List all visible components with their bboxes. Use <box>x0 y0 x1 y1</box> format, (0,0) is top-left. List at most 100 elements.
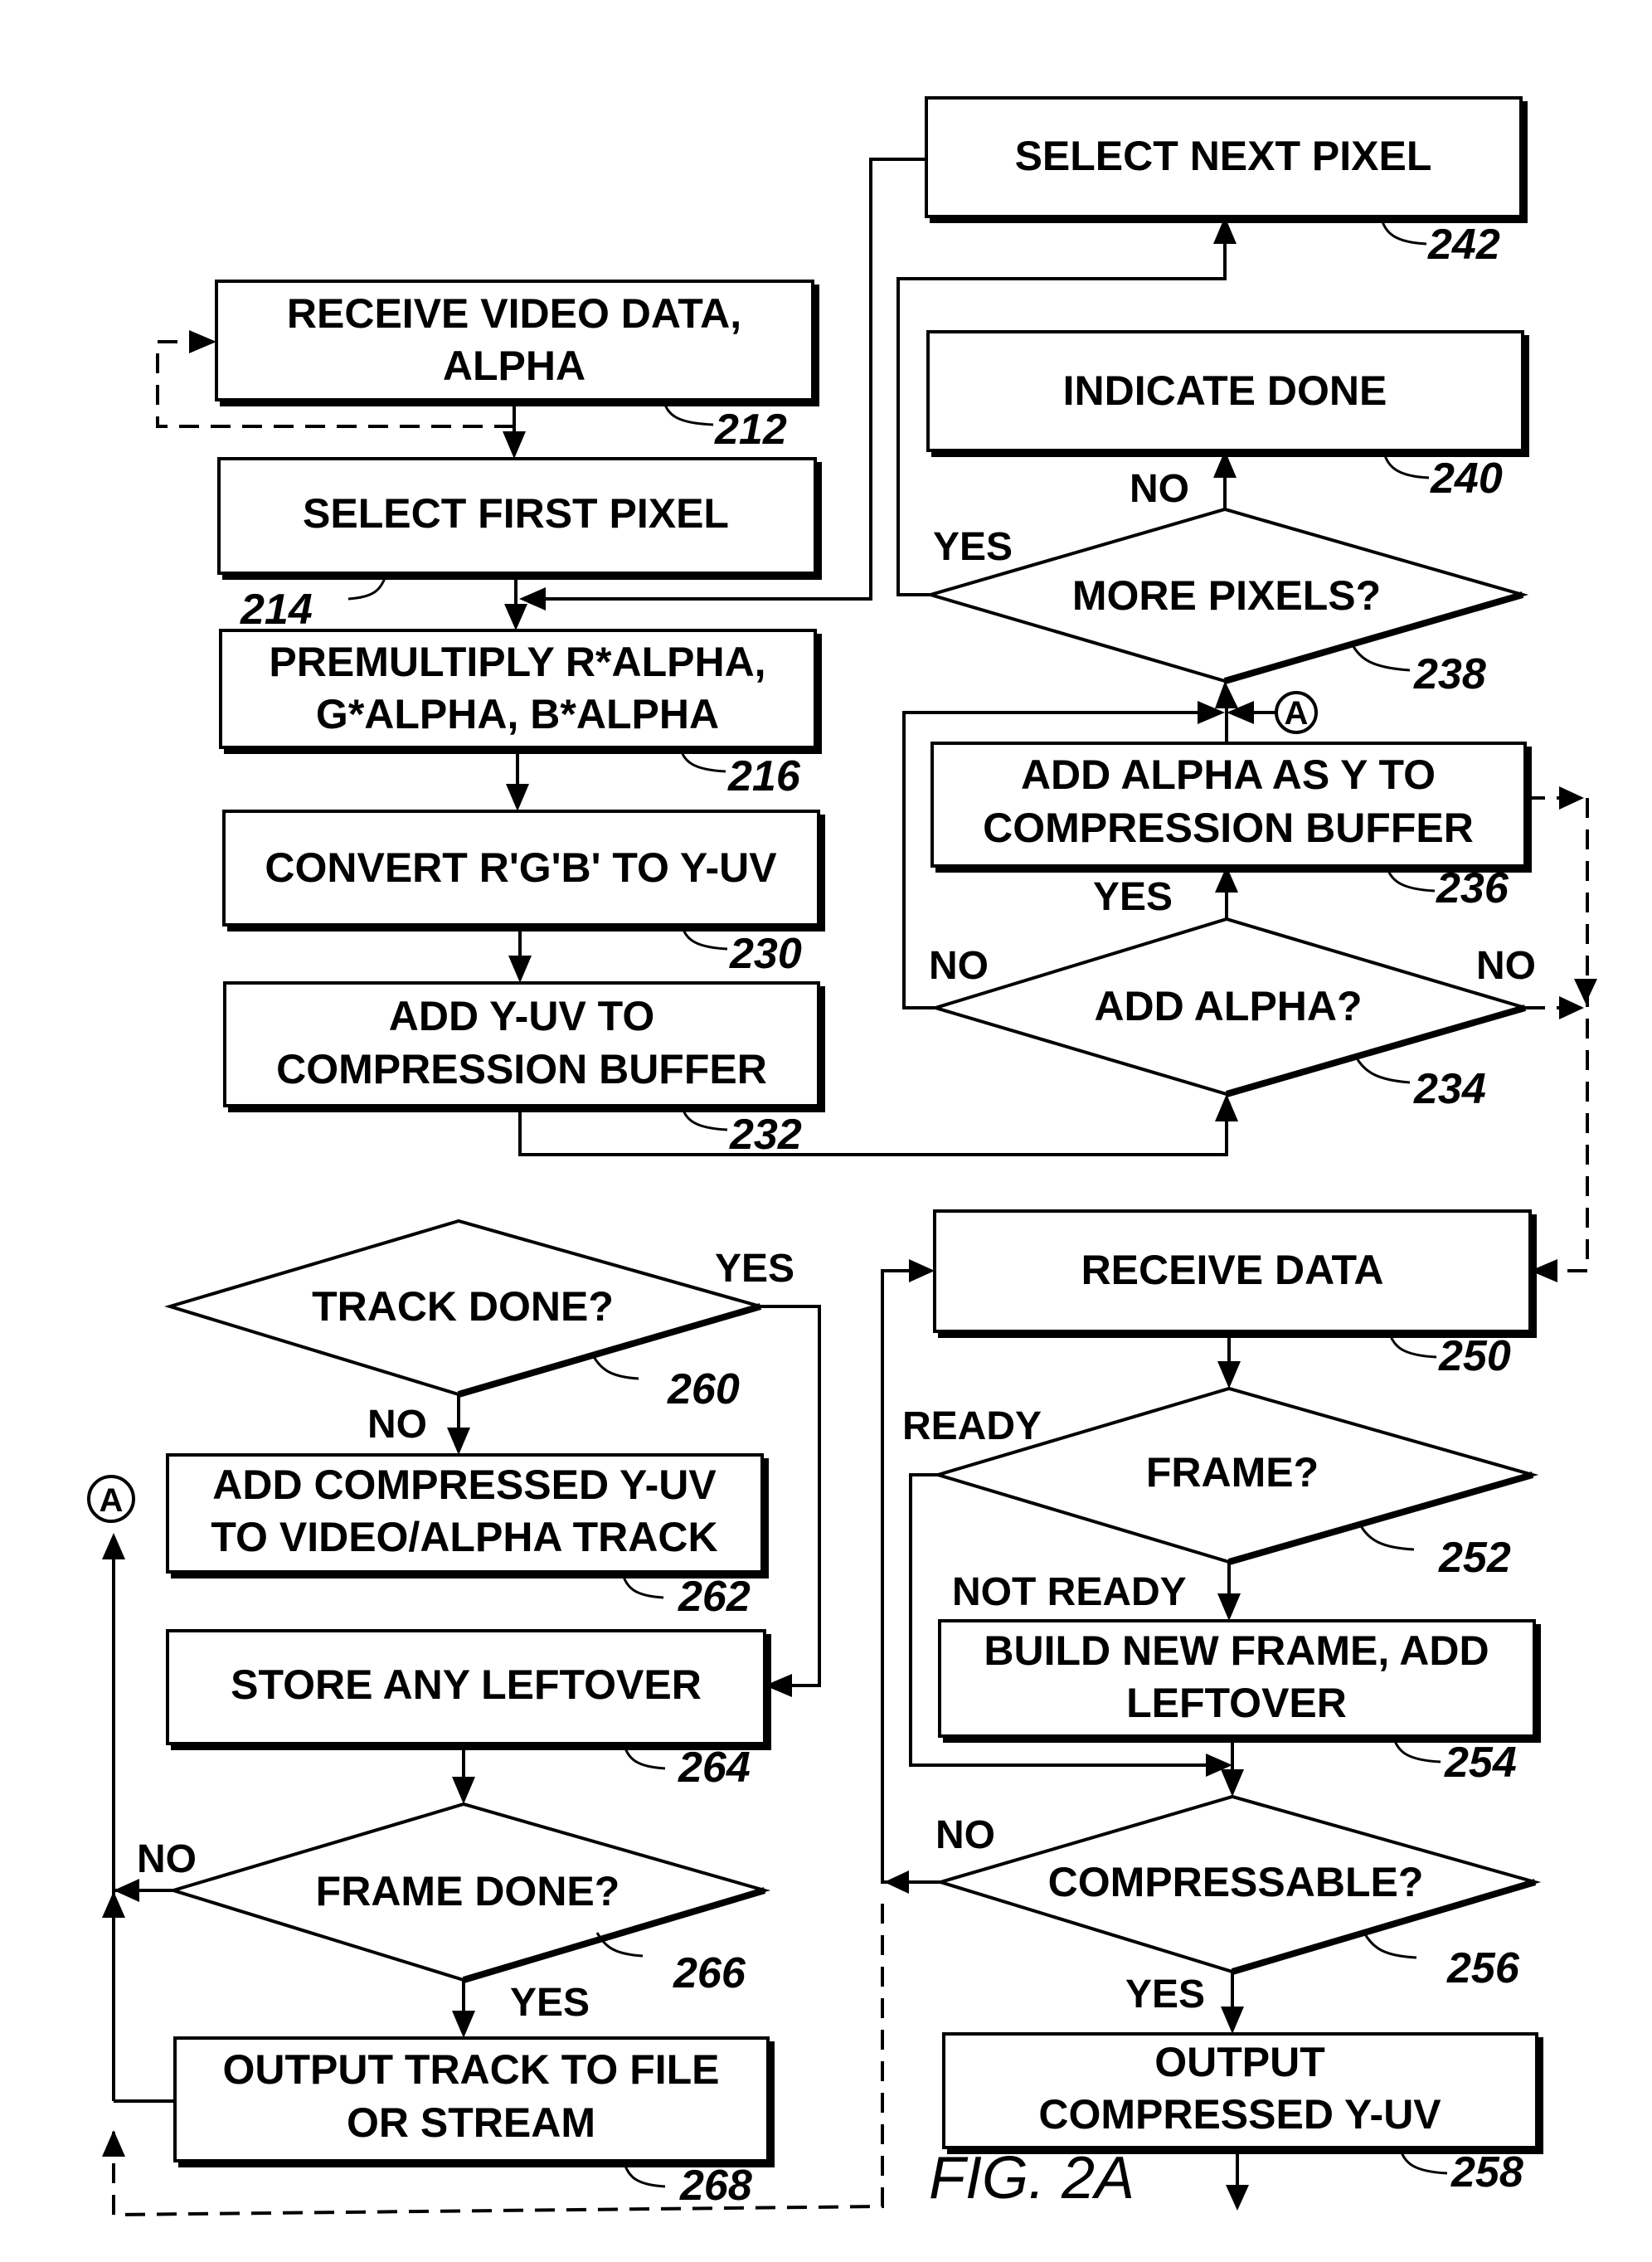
ref-212: 212 <box>714 406 787 454</box>
ref-254: 254 <box>1444 1739 1517 1787</box>
figure-label: FIG. 2A <box>929 2145 1135 2211</box>
arrowhead-icon <box>884 1870 909 1894</box>
node-236: ADD ALPHA AS Y TO COMPRESSION BUFFER <box>930 742 1532 873</box>
ref-258: 258 <box>1450 2148 1523 2196</box>
ref-266: 266 <box>673 1949 746 1997</box>
connector-a-left: A <box>87 1475 135 1523</box>
arrowhead-icon <box>506 784 529 811</box>
node-label: INDICATE DONE <box>1063 367 1387 414</box>
node-label: SELECT FIRST PIXEL <box>303 490 729 537</box>
ref-260: 260 <box>667 1365 740 1413</box>
connector-label: A <box>1285 695 1309 732</box>
node-232: ADD Y-UV TO COMPRESSION BUFFER <box>223 981 825 1112</box>
node-label: OUTPUT <box>1154 2039 1325 2085</box>
node-268: OUTPUT TRACK TO FILE OR STREAM <box>173 2036 775 2167</box>
arrowhead-icon <box>909 1259 935 1282</box>
node-label: FRAME DONE? <box>316 1868 620 1914</box>
arrowhead-icon <box>1221 2007 1244 2034</box>
arrowhead-icon <box>508 956 532 983</box>
node-label: ALPHA <box>443 343 585 389</box>
node-label: TO VIDEO/ALPHA TRACK <box>211 1514 717 1560</box>
edge-232-234 <box>518 1106 1228 1156</box>
edge-label-260-no: NO <box>367 1403 427 1447</box>
arrowhead-icon <box>1217 1361 1241 1389</box>
node-label: CONVERT R'G'B' TO Y-UV <box>265 844 777 891</box>
node-label: PREMULTIPLY R*ALPHA, <box>269 639 765 685</box>
node-label: COMPRESSABLE? <box>1048 1859 1424 1905</box>
arrowhead-icon <box>114 1879 139 1902</box>
ref-230: 230 <box>729 930 802 978</box>
edge-dashed-to-250 <box>1555 798 1589 1272</box>
node-258: OUTPUT COMPRESSED Y-UV <box>942 2032 1543 2154</box>
ref-264: 264 <box>678 1744 751 1792</box>
edge-label-252-not-ready: NOT READY <box>952 1570 1187 1614</box>
node-254: BUILD NEW FRAME, ADD LEFTOVER <box>938 1619 1541 1743</box>
ref-234: 234 <box>1413 1065 1486 1113</box>
node-214: SELECT FIRST PIXEL <box>217 457 822 580</box>
arrowhead-icon <box>452 1777 475 1804</box>
node-label: ADD COMPRESSED Y-UV <box>212 1462 717 1508</box>
leader-line <box>591 1355 639 1380</box>
node-242: SELECT NEXT PIXEL <box>925 96 1528 223</box>
node-label: ADD ALPHA? <box>1094 983 1362 1029</box>
edge-label-266-no: NO <box>137 1837 197 1881</box>
node-250: RECEIVE DATA <box>933 1209 1537 1338</box>
arrowhead-icon <box>1559 786 1584 810</box>
node-262: ADD COMPRESSED Y-UV TO VIDEO/ALPHA TRACK <box>166 1453 769 1579</box>
node-216: PREMULTIPLY R*ALPHA, G*ALPHA, B*ALPHA <box>219 629 822 754</box>
leader-line <box>1358 1524 1415 1551</box>
ref-232: 232 <box>729 1111 802 1159</box>
node-label: STORE ANY LEFTOVER <box>231 1661 702 1708</box>
node-label: OUTPUT TRACK TO FILE <box>222 2046 719 2093</box>
arrowhead-icon <box>1215 1094 1238 1121</box>
node-label: ADD Y-UV TO <box>389 993 654 1039</box>
node-label: COMPRESSED Y-UV <box>1038 2091 1441 2138</box>
ref-240: 240 <box>1430 455 1503 503</box>
edge-label-256-yes: YES <box>1125 1973 1205 2016</box>
node-label: G*ALPHA, B*ALPHA <box>316 691 719 737</box>
arrowhead-icon <box>452 2011 475 2038</box>
arrowhead-icon <box>1217 1593 1241 1621</box>
arrowhead-icon <box>1215 681 1238 708</box>
node-label: ADD ALPHA AS Y TO <box>1021 752 1436 798</box>
edge-label-238-no: NO <box>1130 467 1189 511</box>
node-label: RECEIVE VIDEO DATA, <box>287 290 741 337</box>
edge-label-260-yes: YES <box>715 1247 794 1291</box>
ref-252: 252 <box>1438 1534 1511 1582</box>
ref-250: 250 <box>1438 1332 1511 1380</box>
node-label: MORE PIXELS? <box>1072 572 1381 619</box>
node-label: COMPRESSION BUFFER <box>983 805 1474 851</box>
edge-label-234-no-left: NO <box>929 944 989 988</box>
node-label: FRAME? <box>1146 1449 1319 1496</box>
node-230: CONVERT R'G'B' TO Y-UV <box>222 810 825 932</box>
arrowhead-icon <box>102 2130 125 2157</box>
arrowhead-icon <box>503 431 526 459</box>
leader-line <box>1354 1056 1411 1084</box>
arrowhead-icon <box>504 604 527 630</box>
arrowhead-icon <box>189 330 216 353</box>
ref-262: 262 <box>678 1573 751 1621</box>
edge-label-234-yes: YES <box>1093 875 1173 919</box>
leader-line <box>1363 1932 1417 1959</box>
arrowhead-icon <box>102 1533 125 1559</box>
node-label: LEFTOVER <box>1126 1680 1347 1726</box>
edge-label-252-ready: READY <box>902 1404 1042 1448</box>
leader-line <box>1350 643 1411 672</box>
node-label: BUILD NEW FRAME, ADD <box>984 1627 1489 1674</box>
node-264: STORE ANY LEFTOVER <box>166 1629 771 1750</box>
connector-label: A <box>100 1482 124 1519</box>
edge-label-266-yes: YES <box>510 1981 590 2025</box>
flowchart-figure: RECEIVE VIDEO DATA, ALPHA SELECT FIRST P… <box>87 96 1597 2217</box>
ref-256: 256 <box>1446 1944 1520 1992</box>
node-label: RECEIVE DATA <box>1081 1247 1384 1293</box>
node-label: SELECT NEXT PIXEL <box>1015 133 1432 179</box>
ref-238: 238 <box>1413 650 1486 698</box>
edge-label-234-no-right: NO <box>1476 944 1536 988</box>
node-212: RECEIVE VIDEO DATA, ALPHA <box>215 280 819 406</box>
node-256: COMPRESSABLE? <box>935 1794 1542 1975</box>
node-240: INDICATE DONE <box>926 330 1529 457</box>
arrowhead-icon <box>1559 996 1584 1019</box>
ref-268: 268 <box>679 2162 752 2210</box>
edge-label-256-no: NO <box>935 1813 995 1857</box>
ref-216: 216 <box>727 752 801 800</box>
